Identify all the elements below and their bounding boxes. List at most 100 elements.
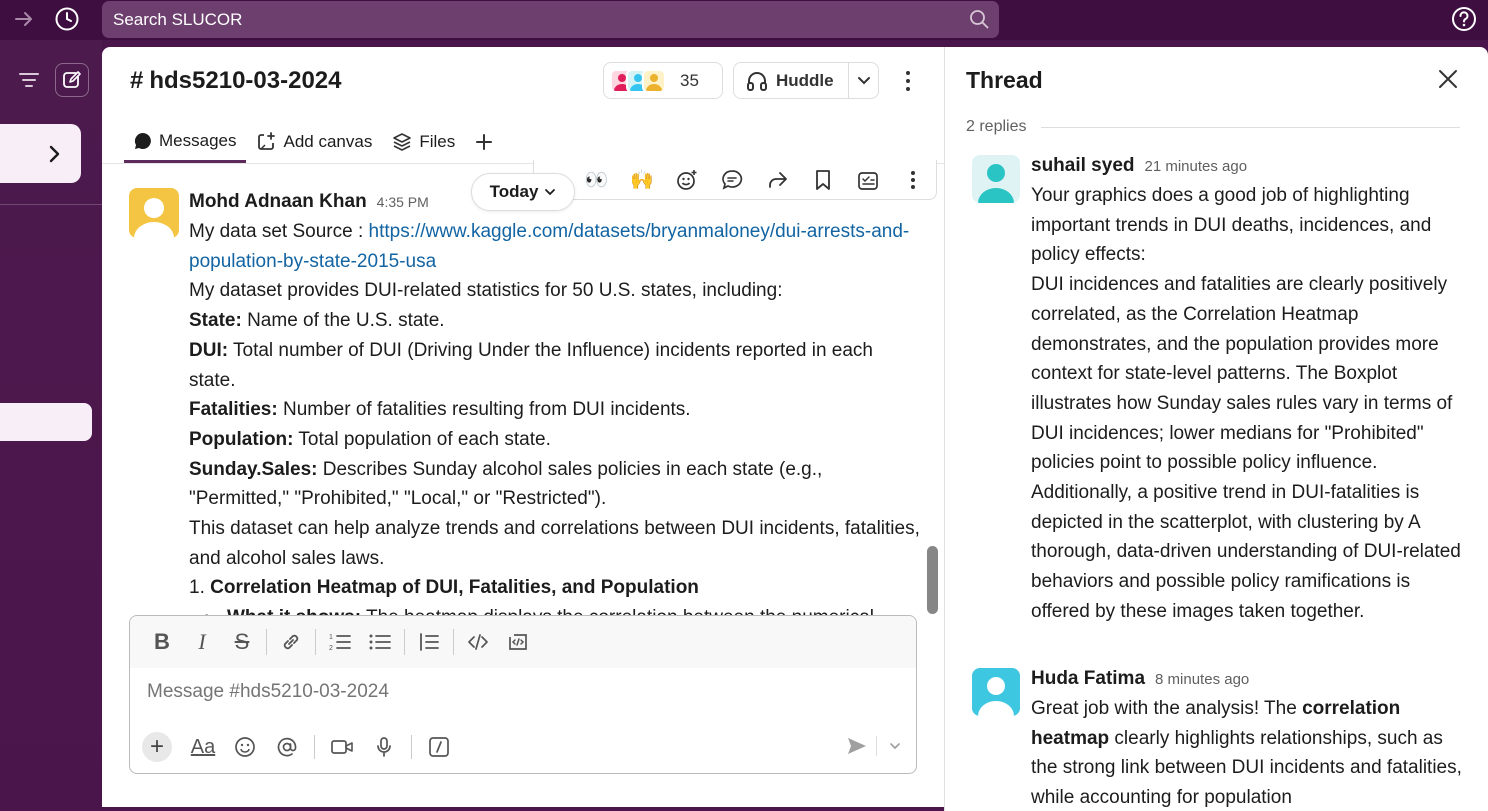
bulleted-list-icon[interactable] [360,626,400,658]
message-composer: B I S 12 Message #hds5210-03-2024 + Aa [129,615,917,774]
mention-icon[interactable] [266,731,308,763]
slash-command-icon[interactable] [418,731,460,763]
source-label: My data set Source : [189,221,369,242]
tab-files-label: Files [419,132,456,151]
avatar[interactable] [972,668,1020,716]
emoji-eyes-reaction[interactable]: 👀 [583,166,611,194]
message-timestamp[interactable]: 4:35 PM [377,188,429,218]
tab-add-canvas-label: Add canvas [283,132,373,151]
huddle-control: Huddle [733,62,879,99]
code-icon[interactable] [458,626,498,658]
reply-timestamp[interactable]: 21 minutes ago [1145,152,1248,182]
toolbar-separator [411,735,412,759]
send-separator [876,736,877,756]
close-icon[interactable] [1436,67,1460,91]
replies-count: 2 replies [966,118,1027,135]
field-text: Number of fatalities resulting from DUI … [277,399,691,421]
search-bar[interactable]: Search SLUCOR [102,1,999,38]
toolbar-separator [453,629,454,655]
microphone-icon[interactable] [363,731,405,763]
field-label: State: [189,310,242,332]
thread-panel: Thread 2 replies suhail syed 21 minutes … [944,47,1488,811]
message-line: Fatalities: Number of fatalities resulti… [189,395,924,425]
help-icon[interactable] [1451,6,1477,32]
formatting-toggle[interactable]: Aa [182,731,224,763]
ordered-list-icon[interactable]: 12 [320,626,360,658]
message-input[interactable] [147,681,897,703]
avatar[interactable] [972,155,1020,203]
send-icon[interactable] [842,732,872,760]
forward-arrow-icon[interactable] [11,6,37,32]
filter-icon[interactable] [12,63,46,97]
rail-selected-item[interactable] [0,403,92,441]
message-list: Mohd Adnaan Khan 4:35 PM My data set Sou… [102,164,944,619]
reply-author[interactable]: suhail syed [1031,151,1135,181]
chevron-down-icon [545,189,556,196]
reply-text: Your graphics does a good job of highlig… [1031,185,1432,266]
date-divider-today[interactable]: Today [471,173,575,211]
rail-divider [0,204,102,205]
avatar[interactable] [129,188,179,238]
reply-text: DUI incidences and fatalities are clearl… [1031,274,1461,622]
section-heading: Correlation Heatmap of DUI, Fatalities, … [210,577,699,599]
field-text: Name of the U.S. state. [241,310,445,332]
reply-body: suhail syed 21 minutes ago Your graphics… [1031,151,1471,627]
emoji-icon[interactable] [224,731,266,763]
scrollbar-thumb[interactable] [927,546,938,614]
svg-text:1: 1 [329,634,333,641]
reply-author[interactable]: Huda Fatima [1031,664,1145,694]
message-line: DUI: Total number of DUI (Driving Under … [189,336,924,395]
reply-text-segment: Great job with the analysis! The [1031,698,1303,719]
code-block-icon[interactable] [498,626,538,658]
tab-messages-label: Messages [159,130,237,150]
emoji-raised-hands-reaction[interactable]: 🙌 [628,166,656,194]
plus-icon[interactable]: + [142,732,172,762]
members-button[interactable]: 35 [603,62,723,99]
replies-divider: 2 replies [966,118,1460,136]
strikethrough-icon[interactable]: S [222,626,262,658]
link-icon[interactable] [271,626,311,658]
video-clip-icon[interactable] [321,731,363,763]
schedule-send-chevron-icon[interactable] [882,732,908,760]
history-clock-icon[interactable] [54,6,80,32]
message-bubble-icon [134,132,151,149]
toolbar-separator [266,629,267,655]
tab-add-canvas[interactable]: Add canvas [246,121,382,163]
tab-messages[interactable]: Messages [124,121,247,163]
reply-timestamp[interactable]: 8 minutes ago [1155,665,1249,695]
italic-icon[interactable]: I [182,626,222,658]
left-rail [0,40,102,811]
message-line: Sunday.Sales: Describes Sunday alcohol s… [189,455,924,514]
message-line: This dataset can help analyze trends and… [189,518,920,569]
tab-files[interactable]: Files [382,121,465,163]
add-to-list-icon[interactable] [854,166,882,194]
expand-sidebar-tab[interactable] [0,124,81,183]
bold-icon[interactable]: B [142,626,182,658]
compose-icon[interactable] [55,63,89,97]
add-reaction-icon[interactable] [673,166,701,194]
canvas-add-icon [258,132,276,150]
message: Mohd Adnaan Khan 4:35 PM My data set Sou… [189,187,924,619]
channel-name: hds5210-03-2024 [149,67,342,94]
toolbar-separator [314,735,315,759]
more-actions-icon[interactable] [899,166,927,194]
search-placeholder: Search SLUCOR [113,9,243,29]
plus-icon [476,134,493,150]
add-tab-button[interactable] [465,121,503,163]
channel-more-icon[interactable] [897,67,919,95]
headphones-icon [747,71,767,91]
huddle-options-button[interactable] [849,76,878,86]
formatting-toolbar: B I S 12 [130,616,916,668]
bookmark-icon[interactable] [809,166,837,194]
composer-toolbar: + Aa [142,729,460,765]
field-label: Sunday.Sales: [189,458,318,480]
blockquote-icon[interactable] [409,626,449,658]
share-forward-icon[interactable] [764,166,792,194]
huddle-button[interactable]: Huddle [734,63,849,98]
message-author[interactable]: Mohd Adnaan Khan [189,187,367,217]
message-line: State: Name of the U.S. state. [189,306,924,336]
date-label: Today [489,182,539,201]
reply-in-thread-icon[interactable] [718,166,746,194]
channel-title[interactable]: # hds5210-03-2024 [130,67,342,95]
member-avatar [642,68,666,93]
